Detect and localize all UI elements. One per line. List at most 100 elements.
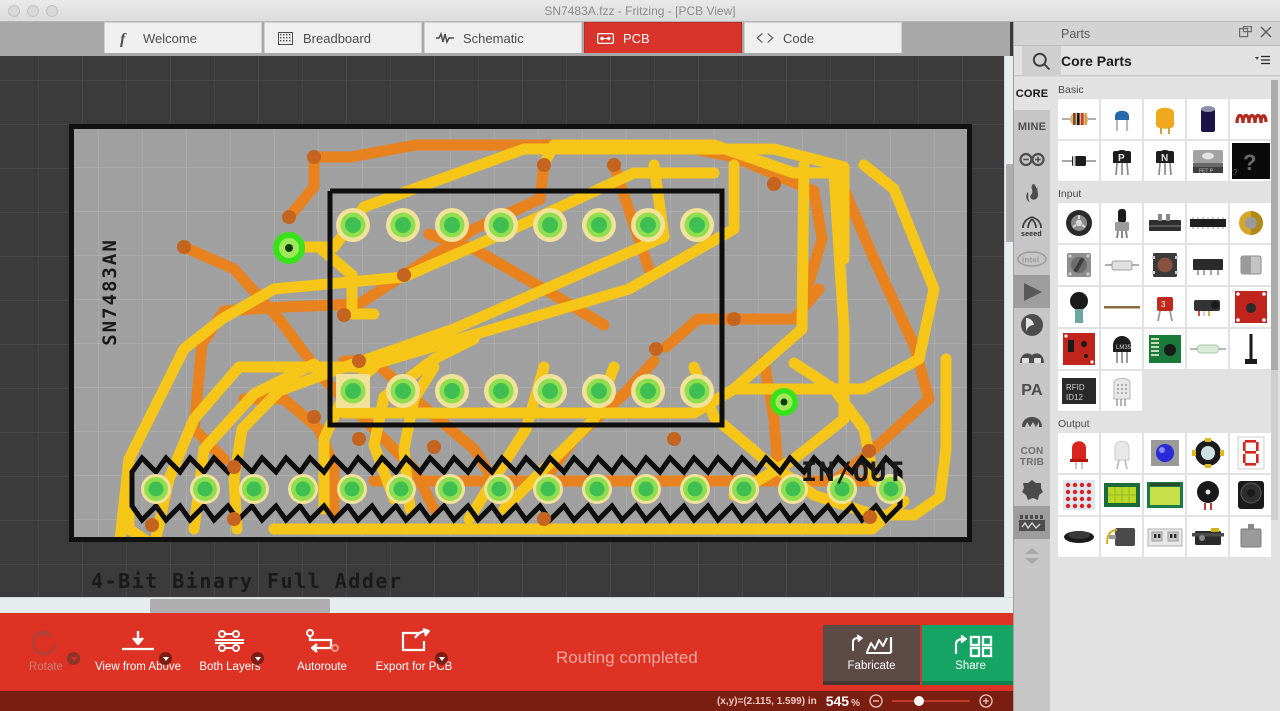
bin-sticker[interactable] bbox=[1014, 473, 1050, 506]
canvas-horizontal-scrollbar[interactable] bbox=[0, 597, 1013, 613]
export-for-pcb-button[interactable]: Export for PCB bbox=[368, 624, 460, 673]
bin-snootlab[interactable] bbox=[1014, 341, 1050, 374]
part-inductor[interactable] bbox=[1230, 99, 1271, 139]
bin-signal-board[interactable] bbox=[1014, 506, 1050, 539]
part-green-sensor-board[interactable] bbox=[1144, 329, 1185, 369]
part-antenna[interactable] bbox=[1230, 329, 1271, 369]
part-reed-switch[interactable] bbox=[1187, 329, 1228, 369]
bin-mine[interactable]: MINE bbox=[1014, 110, 1050, 143]
part-lcd-display-graphic[interactable] bbox=[1144, 475, 1185, 515]
bin-play[interactable] bbox=[1014, 275, 1050, 308]
part-rotary-potentiometer[interactable] bbox=[1058, 203, 1099, 243]
bin-parallax[interactable]: PA bbox=[1014, 374, 1050, 407]
export-menu-caret[interactable] bbox=[435, 652, 448, 665]
zoom-slider[interactable] bbox=[892, 695, 970, 707]
part-ceramic-capacitor[interactable] bbox=[1101, 99, 1142, 139]
tab-breadboard[interactable]: Breadboard bbox=[264, 22, 422, 53]
canvas-vertical-scroll-thumb[interactable] bbox=[1006, 164, 1013, 242]
part-magnet[interactable] bbox=[1230, 245, 1271, 285]
part-resistor[interactable] bbox=[1058, 99, 1099, 139]
rotate-menu-caret[interactable] bbox=[67, 652, 80, 665]
part-thermistor[interactable]: 3 bbox=[1144, 287, 1185, 327]
bin-sparkfun[interactable] bbox=[1014, 176, 1050, 209]
svg-text:?: ? bbox=[1233, 168, 1238, 177]
tab-code[interactable]: Code bbox=[744, 22, 902, 53]
bin-core-label: CORE bbox=[1016, 88, 1049, 100]
canvas-horizontal-scroll-thumb[interactable] bbox=[150, 599, 330, 613]
zoom-out-button[interactable] bbox=[869, 694, 883, 708]
part-tactile-pushbutton[interactable] bbox=[1144, 245, 1185, 285]
part-sparkfun-accelerometer[interactable] bbox=[1230, 287, 1271, 327]
part-pnp-transistor[interactable]: P bbox=[1101, 141, 1142, 181]
bin-seeed[interactable]: seeed bbox=[1014, 209, 1050, 242]
part-dip-switch[interactable] bbox=[1187, 203, 1228, 243]
bin-intel[interactable]: intel bbox=[1014, 242, 1050, 275]
part-h-bridge-module[interactable] bbox=[1144, 517, 1185, 557]
search-parts-button[interactable] bbox=[1022, 46, 1061, 76]
parts-bin-strip: CORE MINE seeed intel bbox=[1014, 77, 1050, 711]
view-from-above-menu-caret[interactable] bbox=[159, 652, 172, 665]
bin-core[interactable]: CORE bbox=[1014, 77, 1050, 110]
zoom-slider-knob[interactable] bbox=[914, 696, 924, 706]
part-mosfet[interactable]: FET P bbox=[1187, 141, 1228, 181]
part-rgb-led[interactable] bbox=[1144, 433, 1185, 473]
tab-schematic[interactable]: Schematic bbox=[424, 22, 582, 53]
status-bar: (x,y)=(2.115, 1.599) in 545% bbox=[0, 691, 1013, 711]
pcb-canvas[interactable]: fritzing .tb { fill:none; stroke:#e8821e… bbox=[0, 56, 1013, 613]
part-piezo-disc[interactable] bbox=[1230, 203, 1271, 243]
pcb-board[interactable]: .tb { fill:none; stroke:#e8821e; stroke-… bbox=[69, 124, 972, 542]
fabricate-button[interactable]: Fabricate bbox=[823, 625, 920, 685]
part-electrolytic-capacitor-yellow[interactable] bbox=[1144, 99, 1185, 139]
part-speaker-cone[interactable] bbox=[1058, 517, 1099, 557]
part-red-led[interactable] bbox=[1058, 433, 1099, 473]
part-npn-transistor[interactable]: N bbox=[1144, 141, 1185, 181]
part-trimmer-potentiometer[interactable] bbox=[1101, 203, 1142, 243]
bin-menu-button[interactable] bbox=[1255, 55, 1271, 66]
part-dc-motor[interactable] bbox=[1101, 517, 1142, 557]
bin-contrib[interactable]: CONTRIB bbox=[1014, 440, 1050, 473]
part-white-led[interactable] bbox=[1101, 433, 1142, 473]
tab-welcome[interactable]: f Welcome bbox=[104, 22, 262, 53]
autoroute-button[interactable]: Autoroute bbox=[276, 624, 368, 673]
part-dip-ic-switch[interactable] bbox=[1187, 245, 1228, 285]
tab-welcome-label: Welcome bbox=[143, 31, 197, 46]
part-led-ring[interactable] bbox=[1187, 433, 1228, 473]
canvas-vertical-scrollbar[interactable] bbox=[1004, 56, 1013, 605]
view-from-above-button[interactable]: View from Above bbox=[92, 624, 184, 673]
part-lcd-display-16x2[interactable] bbox=[1101, 475, 1142, 515]
bin-scroll-down[interactable] bbox=[1014, 539, 1050, 572]
part-speaker[interactable] bbox=[1230, 475, 1271, 515]
part-ir-receiver[interactable] bbox=[1187, 287, 1228, 327]
part-diode[interactable] bbox=[1058, 141, 1099, 181]
tab-pcb[interactable]: PCB bbox=[584, 22, 742, 53]
part-tilt-sensor[interactable] bbox=[1101, 245, 1142, 285]
part-rfid-id12[interactable]: RFIDID12 bbox=[1058, 371, 1099, 411]
parts-scrollbar[interactable] bbox=[1271, 80, 1278, 520]
part-led-matrix[interactable] bbox=[1058, 475, 1099, 515]
part-force-sensor[interactable] bbox=[1058, 287, 1099, 327]
parts-scrollbar-thumb[interactable] bbox=[1271, 80, 1278, 370]
parts-bin-contents[interactable]: Basic bbox=[1050, 77, 1280, 711]
part-stepper-motor[interactable] bbox=[1230, 517, 1271, 557]
rotate-button[interactable]: Rotate bbox=[0, 624, 92, 673]
bin-picaxe[interactable] bbox=[1014, 407, 1050, 440]
part-dht-humidity-sensor[interactable] bbox=[1101, 371, 1142, 411]
part-electrolytic-capacitor-blue[interactable] bbox=[1187, 99, 1228, 139]
bin-moon-circle[interactable] bbox=[1014, 308, 1050, 341]
part-servo-motor[interactable] bbox=[1187, 517, 1228, 557]
zoom-in-button[interactable] bbox=[979, 694, 993, 708]
part-photoresistor-strip[interactable] bbox=[1101, 287, 1142, 327]
part-slide-switch[interactable] bbox=[1144, 203, 1185, 243]
part-seven-segment-display[interactable] bbox=[1230, 433, 1271, 473]
part-lm35-sensor[interactable]: LM35 bbox=[1101, 329, 1142, 369]
close-icon[interactable] bbox=[1260, 26, 1272, 38]
part-unknown[interactable]: ?? bbox=[1230, 141, 1271, 181]
share-button[interactable]: Share bbox=[922, 625, 1019, 685]
both-layers-menu-caret[interactable] bbox=[251, 652, 264, 665]
part-buzzer[interactable] bbox=[1187, 475, 1228, 515]
both-layers-button[interactable]: Both Layers bbox=[184, 624, 276, 673]
part-sparkfun-breakout[interactable] bbox=[1058, 329, 1099, 369]
bin-arduino[interactable] bbox=[1014, 143, 1050, 176]
undock-icon[interactable] bbox=[1239, 26, 1252, 38]
part-rotary-encoder[interactable] bbox=[1058, 245, 1099, 285]
